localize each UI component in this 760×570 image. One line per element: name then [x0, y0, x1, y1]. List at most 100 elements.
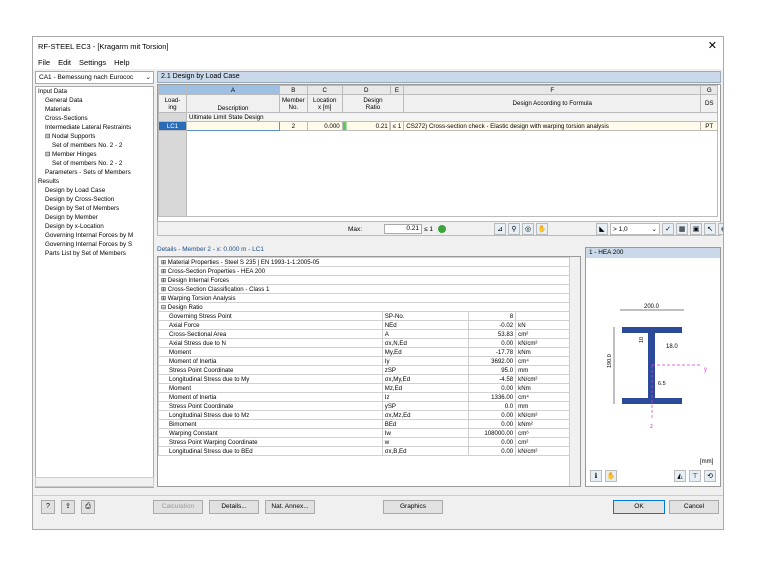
- nav-item[interactable]: General Data: [36, 96, 153, 105]
- nav-item[interactable]: ⊟ Nodal Supports: [36, 132, 153, 141]
- details-group[interactable]: ⊞ Design Internal Forces: [158, 275, 570, 285]
- ok-button[interactable]: OK: [613, 500, 665, 514]
- details-cell-val: 108000.00: [467, 428, 517, 438]
- nav-item[interactable]: Design by Set of Members: [36, 204, 153, 213]
- nav-item[interactable]: Results: [36, 177, 153, 186]
- details-scrollbar[interactable]: [569, 257, 580, 486]
- details-cell-name: Moment: [158, 347, 383, 357]
- hand-icon[interactable]: ✋: [536, 223, 548, 235]
- nav-item[interactable]: Parts List by Set of Members: [36, 249, 153, 258]
- details-row: Bimoment BEd 0.00 kNm²: [158, 419, 570, 429]
- col-letter-f[interactable]: F: [403, 85, 702, 95]
- details-cell-sym: σx,Mz,Ed: [381, 410, 469, 420]
- details-cell-val: 95.0: [467, 365, 517, 375]
- axes-icon[interactable]: ⊤: [689, 470, 701, 482]
- header-location: Location x [m]: [306, 94, 343, 113]
- filter-select[interactable]: > 1,0 ⌄: [610, 223, 660, 235]
- details-row: Moment of Inertia Iy 3692.00 cm⁴: [158, 356, 570, 366]
- details-group[interactable]: ⊟ Design Ratio: [158, 302, 570, 312]
- details-button[interactable]: Details...: [209, 500, 259, 514]
- chart-icon[interactable]: ⊿: [494, 223, 506, 235]
- pointer-icon[interactable]: ↖: [704, 223, 716, 235]
- menu-file[interactable]: File: [38, 58, 50, 67]
- col-letter-a-head: [158, 85, 187, 95]
- details-group[interactable]: ⊞ Cross-Section Classification - Class 1: [158, 284, 570, 294]
- cancel-button[interactable]: Cancel: [669, 500, 719, 514]
- nav-item[interactable]: Intermediate Lateral Restraints: [36, 123, 153, 132]
- view-icon[interactable]: ◎: [522, 223, 534, 235]
- row-ratio[interactable]: 0.21: [341, 121, 391, 131]
- excel-icon[interactable]: ▣: [690, 223, 702, 235]
- color-icon[interactable]: ▦: [676, 223, 688, 235]
- nav-item[interactable]: Input Data: [36, 87, 153, 96]
- nav-item[interactable]: Design by x-Location: [36, 222, 153, 231]
- export-icon[interactable]: ⇪: [61, 500, 75, 514]
- navigator-tree[interactable]: Input Data General Data Materials Cross-Sec…: [35, 86, 154, 488]
- results-grid[interactable]: A B C D E F G Load- ing Description Memb…: [157, 84, 721, 230]
- nav-item[interactable]: ⊟ Member Hinges: [36, 150, 153, 159]
- row-location[interactable]: 0.000: [306, 121, 343, 131]
- details-cell-val: -4.58: [467, 374, 517, 384]
- case-select-value: CA1 - Bemessung nach Eurococ: [39, 74, 134, 81]
- col-letter-d[interactable]: D: [341, 85, 391, 95]
- cross-section-graphic: 200.0 190.0 10 18.0 6.5 y z [mm]: [607, 304, 714, 465]
- nav-item[interactable]: Cross-Sections: [36, 114, 153, 123]
- row-member[interactable]: 2: [279, 121, 308, 131]
- details-table[interactable]: ⊞ Material Properties - Steel S 235 | EN…: [157, 256, 581, 487]
- nav-item[interactable]: Parameters - Sets of Members: [36, 168, 153, 177]
- eye-icon[interactable]: ◉: [718, 223, 723, 235]
- hand-icon[interactable]: ✋: [605, 470, 617, 482]
- grid-toolbar: Max: 0.21 ≤ 1 ⊿ ⚲ ◎ ✋ ◣ > 1,0 ⌄ ✓ ▦ ▣ ↖ …: [157, 221, 723, 236]
- details-group[interactable]: ⊞ Cross-Section Properties - HEA 200: [158, 266, 570, 276]
- details-cell-val: 0.00: [467, 437, 517, 447]
- help-icon[interactable]: ?: [41, 500, 55, 514]
- nav-item[interactable]: Set of members No. 2 - 2: [36, 159, 153, 168]
- nav-item[interactable]: Design by Load Case: [36, 186, 153, 195]
- print-icon[interactable]: ⎙: [81, 500, 95, 514]
- nav-item[interactable]: Materials: [36, 105, 153, 114]
- details-cell-name: Stress Point Warping Coordinate: [158, 437, 383, 447]
- details-cell-name: Stress Point Coordinate: [158, 401, 383, 411]
- nav-item[interactable]: Design by Member: [36, 213, 153, 222]
- col-letter-a[interactable]: A: [186, 85, 280, 95]
- filter-icon[interactable]: ⚲: [508, 223, 520, 235]
- menu-settings[interactable]: Settings: [79, 58, 106, 67]
- calculation-button[interactable]: Calculation: [153, 500, 203, 514]
- info-icon[interactable]: ℹ: [590, 470, 602, 482]
- rotate-icon[interactable]: ⟲: [704, 470, 716, 482]
- col-letter-b[interactable]: B: [279, 85, 308, 95]
- row-ds[interactable]: PT: [700, 121, 719, 131]
- details-cell-val: 0.0: [467, 401, 517, 411]
- nav-item[interactable]: Governing Internal Forces by M: [36, 231, 153, 240]
- nat-annex-button[interactable]: Nat. Annex...: [265, 500, 315, 514]
- details-cell-name: Axial Stress due to N: [158, 338, 383, 348]
- col-letter-e[interactable]: E: [389, 85, 405, 95]
- nav-item[interactable]: Design by Cross-Section: [36, 195, 153, 204]
- nav-item[interactable]: Set of members No. 2 - 2: [36, 141, 153, 150]
- col-letter-g[interactable]: G: [700, 85, 719, 95]
- details-cell-name: Cross-Sectional Area: [158, 329, 383, 339]
- details-cell-sym: Mz,Ed: [381, 383, 469, 393]
- details-row: Stress Point Coordinate ySP 0.0 mm: [158, 401, 570, 411]
- col-letter-c[interactable]: C: [306, 85, 343, 95]
- width-label: 200.0: [644, 304, 660, 310]
- row-formula[interactable]: CS272) Cross-section check - Elastic des…: [403, 121, 702, 131]
- dimension-icon[interactable]: ◭: [674, 470, 686, 482]
- details-group[interactable]: ⊞ Warping Torsion Analysis: [158, 293, 570, 303]
- navigator-scrollbar[interactable]: [35, 477, 154, 487]
- relation-icon[interactable]: ◣: [596, 223, 608, 235]
- row-lc[interactable]: LC1: [158, 121, 187, 131]
- row-description[interactable]: [186, 121, 280, 131]
- details-cell-name: Moment of Inertia: [158, 392, 383, 402]
- menu-edit[interactable]: Edit: [58, 58, 71, 67]
- close-icon[interactable]: ✕: [708, 39, 717, 52]
- details-group[interactable]: ⊞ Material Properties - Steel S 235 | EN…: [158, 257, 570, 267]
- graphics-button[interactable]: Graphics: [383, 500, 443, 514]
- case-select[interactable]: CA1 - Bemessung nach Eurococ ⌄: [35, 71, 154, 84]
- details-cell-val: 1336.00: [467, 392, 517, 402]
- menu-help[interactable]: Help: [114, 58, 129, 67]
- details-row: Governing Stress Point SP-No. 8: [158, 311, 570, 321]
- details-row: Moment Mz,Ed 0.00 kNm: [158, 383, 570, 393]
- check-icon[interactable]: ✓: [662, 223, 674, 235]
- nav-item[interactable]: Governing Internal Forces by S: [36, 240, 153, 249]
